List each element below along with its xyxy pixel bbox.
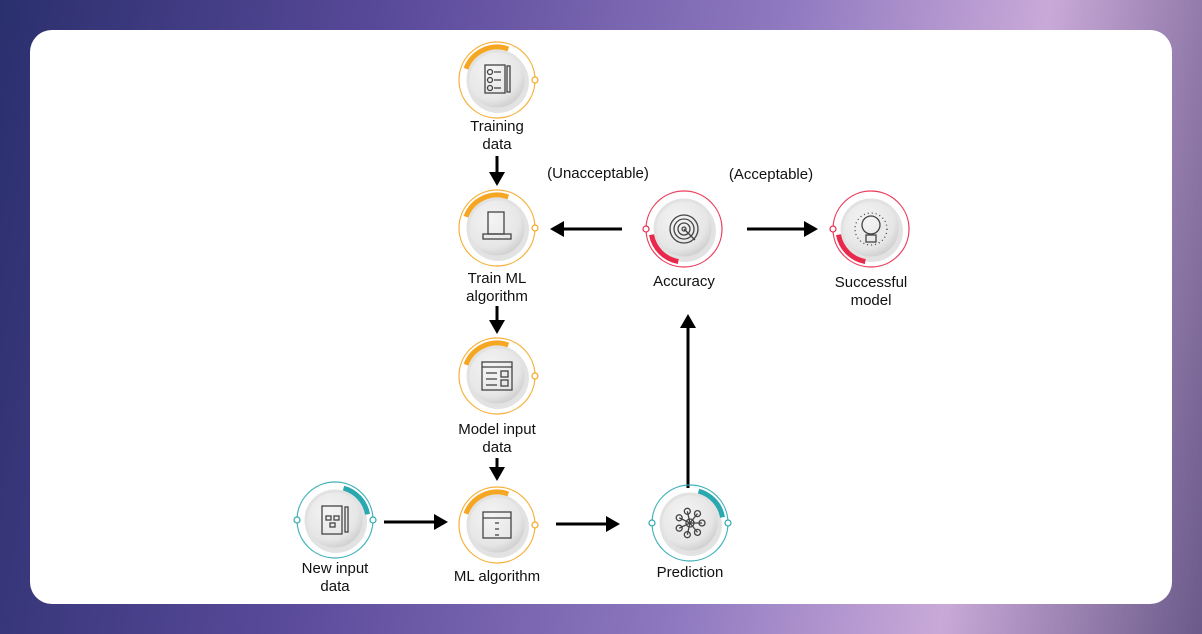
arrow-ml-to-prediction <box>556 516 620 532</box>
node-successful-model <box>829 190 910 268</box>
label-line: Model input <box>458 421 536 438</box>
arrow-new-input-to-ml <box>384 514 448 530</box>
node-prediction <box>648 484 732 562</box>
label-line: algorithm <box>466 288 528 305</box>
label-line: data <box>482 439 512 456</box>
node-label-ml-algorithm: ML algorithm <box>454 568 540 586</box>
edge-label-unacceptable: (Unacceptable) <box>547 165 649 182</box>
arrow-train-to-model-input <box>489 306 505 334</box>
node-label-train-ml-algorithm: Train ML algorithm <box>466 270 528 306</box>
label-line: Prediction <box>656 564 724 581</box>
label-line: New input <box>301 560 369 577</box>
arrow-accuracy-to-train <box>550 221 622 237</box>
arrow-model-input-to-ml <box>489 458 505 481</box>
arrow-prediction-to-accuracy <box>680 314 696 488</box>
label-line: data <box>320 578 350 595</box>
node-label-successful-model: Successful model <box>835 274 908 310</box>
arrow-accuracy-to-successful <box>747 221 818 237</box>
label-line: Successful <box>834 274 908 291</box>
flow-diagram <box>293 41 910 564</box>
node-label-training-data: Training data <box>470 118 524 154</box>
label-line: ML algorithm <box>453 568 541 585</box>
node-label-accuracy: Accuracy <box>653 273 715 291</box>
node-label-prediction: Prediction <box>657 564 724 582</box>
node-new-input-data <box>293 481 377 559</box>
arrow-training-to-train <box>489 156 505 186</box>
node-label-new-input-data: New input data <box>302 560 369 596</box>
edge-label-acceptable: (Acceptable) <box>728 166 814 183</box>
node-training-data <box>458 41 539 119</box>
node-accuracy <box>642 190 723 268</box>
label-line: Accuracy <box>653 273 715 290</box>
label-line: model <box>850 292 892 309</box>
node-label-model-input-data: Model input data <box>458 421 536 457</box>
target-icon <box>669 214 699 244</box>
node-train-ml-algorithm <box>458 189 539 267</box>
label-line: Training <box>470 118 524 135</box>
node-ml-algorithm <box>458 486 539 564</box>
node-model-input-data <box>458 337 539 415</box>
label-line: Train ML <box>467 270 527 287</box>
label-line: data <box>482 136 512 153</box>
